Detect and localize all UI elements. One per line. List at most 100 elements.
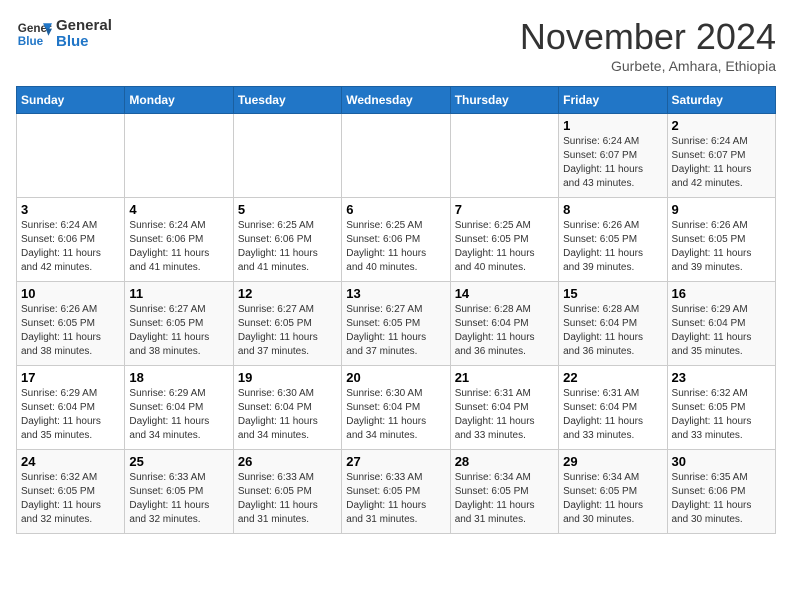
calendar-cell — [17, 114, 125, 198]
day-info: Sunrise: 6:29 AM Sunset: 6:04 PM Dayligh… — [21, 387, 120, 443]
calendar-cell: 18 Sunrise: 6:29 AM Sunset: 6:04 PM Dayli… — [125, 366, 233, 450]
location: Gurbete, Amhara, Ethiopia — [520, 58, 776, 74]
day-number: 7 — [455, 202, 554, 217]
day-info: Sunrise: 6:27 AM Sunset: 6:05 PM Dayligh… — [238, 303, 337, 359]
calendar-cell: 27Sunrise: 6:33 AM Sunset: 6:05 PM Dayli… — [342, 450, 450, 534]
day-info: Sunrise: 6:31 AM Sunset: 6:04 PM Dayligh… — [455, 387, 554, 443]
calendar-cell: 6 Sunrise: 6:25 AM Sunset: 6:06 PM Daylig… — [342, 198, 450, 282]
day-number: 29 — [563, 454, 662, 469]
day-info: Sunrise: 6:28 AM Sunset: 6:04 PM Dayligh… — [455, 303, 554, 359]
calendar-cell: 3 Sunrise: 6:24 AM Sunset: 6:06 PM Daylig… — [17, 198, 125, 282]
calendar-cell: 22 Sunrise: 6:31 AM Sunset: 6:04 PM Dayli… — [559, 366, 667, 450]
calendar-cell: 26 Sunrise: 6:33 AM Sunset: 6:05 PM Dayli… — [233, 450, 341, 534]
day-info: Sunrise: 6:32 AM Sunset: 6:05 PM Dayligh… — [672, 387, 771, 443]
day-number: 10 — [21, 286, 120, 301]
calendar-week-3: 17 Sunrise: 6:29 AM Sunset: 6:04 PM Dayli… — [17, 366, 776, 450]
calendar-week-2: 10 Sunrise: 6:26 AM Sunset: 6:05 PM Dayli… — [17, 282, 776, 366]
day-info: Sunrise: 6:27 AM Sunset: 6:05 PM Dayligh… — [346, 303, 445, 359]
calendar-week-1: 3 Sunrise: 6:24 AM Sunset: 6:06 PM Daylig… — [17, 198, 776, 282]
page-header: General Blue General Blue November 2024 … — [16, 16, 776, 74]
weekday-header-wednesday: Wednesday — [342, 87, 450, 114]
title-block: November 2024 Gurbete, Amhara, Ethiopia — [520, 16, 776, 74]
day-info: Sunrise: 6:24 AM Sunset: 6:06 PM Dayligh… — [21, 219, 120, 275]
day-number: 23 — [672, 370, 771, 385]
weekday-header-sunday: Sunday — [17, 87, 125, 114]
weekday-header-monday: Monday — [125, 87, 233, 114]
calendar-body: 1Sunrise: 6:24 AM Sunset: 6:07 PM Daylig… — [17, 114, 776, 534]
day-number: 25 — [129, 454, 228, 469]
logo-icon: General Blue — [16, 16, 52, 52]
weekday-header-saturday: Saturday — [667, 87, 775, 114]
weekday-header-thursday: Thursday — [450, 87, 558, 114]
day-info: Sunrise: 6:25 AM Sunset: 6:05 PM Dayligh… — [455, 219, 554, 275]
day-info: Sunrise: 6:26 AM Sunset: 6:05 PM Dayligh… — [672, 219, 771, 275]
calendar-cell: 10 Sunrise: 6:26 AM Sunset: 6:05 PM Dayli… — [17, 282, 125, 366]
calendar-cell: 29Sunrise: 6:34 AM Sunset: 6:05 PM Dayli… — [559, 450, 667, 534]
day-number: 8 — [563, 202, 662, 217]
day-number: 15 — [563, 286, 662, 301]
day-info: Sunrise: 6:30 AM Sunset: 6:04 PM Dayligh… — [238, 387, 337, 443]
svg-text:Blue: Blue — [18, 35, 44, 48]
day-number: 22 — [563, 370, 662, 385]
day-number: 28 — [455, 454, 554, 469]
calendar-cell: 7 Sunrise: 6:25 AM Sunset: 6:05 PM Daylig… — [450, 198, 558, 282]
day-info: Sunrise: 6:25 AM Sunset: 6:06 PM Dayligh… — [346, 219, 445, 275]
day-info: Sunrise: 6:34 AM Sunset: 6:05 PM Dayligh… — [455, 471, 554, 527]
calendar-cell — [450, 114, 558, 198]
calendar-cell: 23 Sunrise: 6:32 AM Sunset: 6:05 PM Dayli… — [667, 366, 775, 450]
day-number: 2 — [672, 118, 771, 133]
day-info: Sunrise: 6:33 AM Sunset: 6:05 PM Dayligh… — [238, 471, 337, 527]
calendar-cell: 13 Sunrise: 6:27 AM Sunset: 6:05 PM Dayli… — [342, 282, 450, 366]
calendar-week-4: 24 Sunrise: 6:32 AM Sunset: 6:05 PM Dayli… — [17, 450, 776, 534]
calendar-cell: 8 Sunrise: 6:26 AM Sunset: 6:05 PM Daylig… — [559, 198, 667, 282]
calendar-cell: 9 Sunrise: 6:26 AM Sunset: 6:05 PM Daylig… — [667, 198, 775, 282]
day-info: Sunrise: 6:24 AM Sunset: 6:07 PM Dayligh… — [672, 135, 771, 191]
calendar-cell: 1Sunrise: 6:24 AM Sunset: 6:07 PM Daylig… — [559, 114, 667, 198]
calendar-cell: 20Sunrise: 6:30 AM Sunset: 6:04 PM Dayli… — [342, 366, 450, 450]
day-info: Sunrise: 6:35 AM Sunset: 6:06 PM Dayligh… — [672, 471, 771, 527]
calendar-cell: 12 Sunrise: 6:27 AM Sunset: 6:05 PM Dayli… — [233, 282, 341, 366]
day-number: 4 — [129, 202, 228, 217]
calendar-cell: 5Sunrise: 6:25 AM Sunset: 6:06 PM Daylig… — [233, 198, 341, 282]
weekday-row: SundayMondayTuesdayWednesdayThursdayFrid… — [17, 87, 776, 114]
calendar-cell: 30 Sunrise: 6:35 AM Sunset: 6:06 PM Dayli… — [667, 450, 775, 534]
day-number: 26 — [238, 454, 337, 469]
day-number: 16 — [672, 286, 771, 301]
day-info: Sunrise: 6:29 AM Sunset: 6:04 PM Dayligh… — [129, 387, 228, 443]
day-info: Sunrise: 6:26 AM Sunset: 6:05 PM Dayligh… — [21, 303, 120, 359]
calendar-cell: 19 Sunrise: 6:30 AM Sunset: 6:04 PM Dayli… — [233, 366, 341, 450]
calendar-cell — [342, 114, 450, 198]
month-title: November 2024 — [520, 16, 776, 58]
day-info: Sunrise: 6:31 AM Sunset: 6:04 PM Dayligh… — [563, 387, 662, 443]
calendar-cell: 28 Sunrise: 6:34 AM Sunset: 6:05 PM Dayli… — [450, 450, 558, 534]
calendar-cell: 17 Sunrise: 6:29 AM Sunset: 6:04 PM Dayli… — [17, 366, 125, 450]
day-number: 19 — [238, 370, 337, 385]
calendar-week-0: 1Sunrise: 6:24 AM Sunset: 6:07 PM Daylig… — [17, 114, 776, 198]
calendar-cell — [125, 114, 233, 198]
calendar-table: SundayMondayTuesdayWednesdayThursdayFrid… — [16, 86, 776, 534]
day-info: Sunrise: 6:28 AM Sunset: 6:04 PM Dayligh… — [563, 303, 662, 359]
logo: General Blue General Blue — [16, 16, 112, 52]
day-number: 30 — [672, 454, 771, 469]
day-number: 3 — [21, 202, 120, 217]
day-number: 14 — [455, 286, 554, 301]
day-number: 24 — [21, 454, 120, 469]
day-number: 18 — [129, 370, 228, 385]
calendar-cell: 21 Sunrise: 6:31 AM Sunset: 6:04 PM Dayli… — [450, 366, 558, 450]
day-info: Sunrise: 6:33 AM Sunset: 6:05 PM Dayligh… — [129, 471, 228, 527]
calendar-cell: 2 Sunrise: 6:24 AM Sunset: 6:07 PM Daylig… — [667, 114, 775, 198]
day-info: Sunrise: 6:26 AM Sunset: 6:05 PM Dayligh… — [563, 219, 662, 275]
day-number: 9 — [672, 202, 771, 217]
calendar-cell: 25 Sunrise: 6:33 AM Sunset: 6:05 PM Dayli… — [125, 450, 233, 534]
day-info: Sunrise: 6:32 AM Sunset: 6:05 PM Dayligh… — [21, 471, 120, 527]
day-number: 21 — [455, 370, 554, 385]
day-number: 17 — [21, 370, 120, 385]
day-number: 20 — [346, 370, 445, 385]
day-info: Sunrise: 6:29 AM Sunset: 6:04 PM Dayligh… — [672, 303, 771, 359]
day-info: Sunrise: 6:24 AM Sunset: 6:06 PM Dayligh… — [129, 219, 228, 275]
day-number: 27 — [346, 454, 445, 469]
day-number: 12 — [238, 286, 337, 301]
day-number: 6 — [346, 202, 445, 217]
day-number: 13 — [346, 286, 445, 301]
calendar-cell: 15 Sunrise: 6:28 AM Sunset: 6:04 PM Dayli… — [559, 282, 667, 366]
